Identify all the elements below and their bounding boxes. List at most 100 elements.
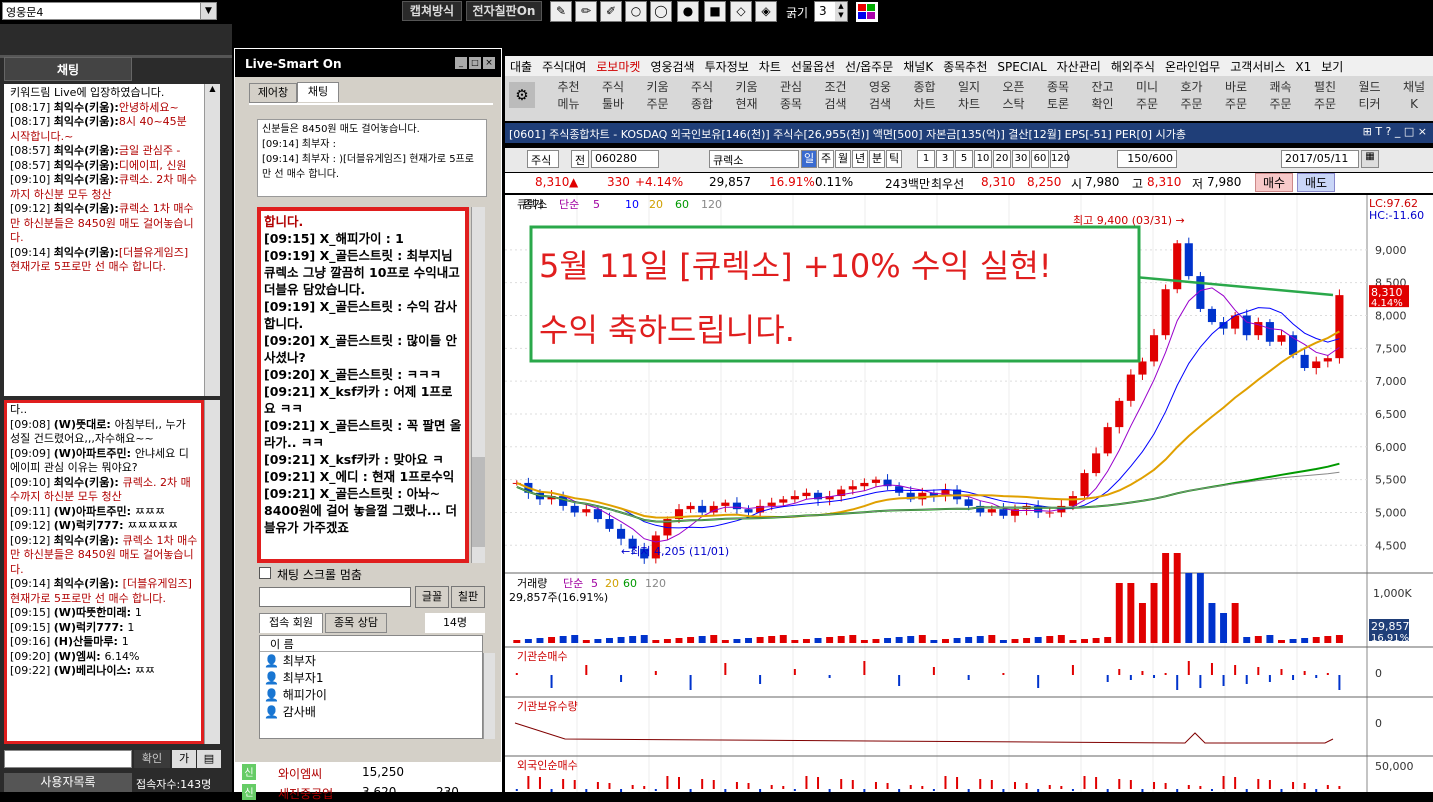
font-size-icon[interactable]: 가 xyxy=(172,750,196,768)
ellipse-icon[interactable]: ◯ xyxy=(650,1,672,22)
minute-step-button[interactable]: 5 xyxy=(955,150,973,168)
filled-circle-icon[interactable]: ● xyxy=(677,1,699,22)
quick-button[interactable]: 종목토론 xyxy=(1037,79,1080,118)
quick-button[interactable]: 일지차트 xyxy=(948,79,991,118)
menu-item[interactable]: 대출 xyxy=(505,56,537,77)
stock-chart-svg[interactable]: 9,0008,5008,0007,5007,0006,5006,0005,500… xyxy=(505,195,1433,792)
menu-item[interactable]: 종목추천 xyxy=(938,56,992,77)
board-toggle-button[interactable]: 전자칠판On xyxy=(466,1,542,21)
tab-chat[interactable]: 채팅 xyxy=(297,82,339,102)
menu-item[interactable]: 선물옵션 xyxy=(786,56,840,77)
quick-button[interactable]: 미니주문 xyxy=(1126,79,1169,118)
sell-button[interactable]: 매도 xyxy=(1297,173,1335,192)
quick-button[interactable]: 오픈스탁 xyxy=(992,79,1035,118)
tab-consult[interactable]: 종목 상담 xyxy=(325,613,387,633)
member-item[interactable]: 👤 최부자 xyxy=(260,652,482,669)
chat-scrollbar-top[interactable]: ▲ xyxy=(204,84,220,396)
period-button[interactable]: 틱 xyxy=(886,150,902,168)
circle-outline-icon[interactable]: ○ xyxy=(625,1,647,22)
prev-label[interactable]: 전 xyxy=(571,150,589,168)
settings-icon[interactable]: ▤ xyxy=(197,750,221,768)
pen-icon[interactable]: ✏ xyxy=(575,1,597,22)
eraser-icon[interactable]: ◇ xyxy=(730,1,752,22)
quick-button[interactable]: 관심종목 xyxy=(770,79,813,118)
quick-button[interactable]: 영웅검색 xyxy=(859,79,902,118)
period-button[interactable]: 일 xyxy=(801,150,817,168)
menu-item[interactable]: 채널K xyxy=(898,56,938,77)
confirm-button[interactable]: 확인 xyxy=(134,750,170,768)
minimize-icon[interactable]: _ xyxy=(455,57,467,69)
menu-item[interactable]: 로보마켓 xyxy=(591,56,645,77)
stock-row[interactable]: 신와이엠씨15,250 xyxy=(234,764,502,782)
scroll-up-icon[interactable]: ▲ xyxy=(205,84,220,98)
period-button[interactable]: 분 xyxy=(869,150,885,168)
quick-button[interactable]: 주식종합 xyxy=(681,79,724,118)
stock-chart-area[interactable]: 9,0008,5008,0007,5007,0006,5006,0005,500… xyxy=(505,195,1433,792)
thickness-spinner[interactable]: 3▲▼ xyxy=(814,1,848,22)
minute-step-button[interactable]: 120 xyxy=(1050,150,1068,168)
room-select[interactable]: 영웅문4 ▼ xyxy=(2,2,217,20)
gear-icon[interactable]: ⚙ xyxy=(509,82,535,108)
stock-row[interactable]: 신세진중공업3,620230 xyxy=(234,784,502,802)
menu-item[interactable]: 투자정보 xyxy=(700,56,754,77)
scroll-stop-checkbox[interactable] xyxy=(259,567,271,579)
period-button[interactable]: 주 xyxy=(818,150,834,168)
stock-code-input[interactable]: 060280 xyxy=(591,150,659,168)
menu-item[interactable]: 선/옵주문 xyxy=(840,56,898,77)
quick-button[interactable]: 조건검색 xyxy=(814,79,857,118)
member-item[interactable]: 👤 감사배 xyxy=(260,703,482,720)
menu-item[interactable]: SPECIAL xyxy=(992,58,1051,76)
quick-button[interactable]: 주식툴바 xyxy=(592,79,635,118)
menu-item[interactable]: 보기 xyxy=(1316,56,1348,77)
minute-step-button[interactable]: 60 xyxy=(1031,150,1049,168)
chat-scrollbar-bottom[interactable] xyxy=(204,400,220,744)
menu-item[interactable]: X1 xyxy=(1290,58,1316,76)
capture-button[interactable]: 캡쳐방식 xyxy=(402,1,462,21)
minute-step-button[interactable]: 30 xyxy=(1012,150,1030,168)
quick-button[interactable]: 펼친주문 xyxy=(1304,79,1347,118)
smart-chat-scrollbar[interactable] xyxy=(471,207,485,563)
pipette-icon[interactable]: ✎ xyxy=(550,1,572,22)
quick-button[interactable]: 쾌속주문 xyxy=(1259,79,1302,118)
menu-item[interactable]: 차트 xyxy=(754,56,786,77)
minute-step-button[interactable]: 20 xyxy=(993,150,1011,168)
user-list-button[interactable]: 사용자목록 xyxy=(4,773,132,792)
member-item[interactable]: 👤 최부자1 xyxy=(260,669,482,686)
member-scrollbar[interactable] xyxy=(483,653,495,739)
quick-button[interactable]: 키움현재 xyxy=(725,79,768,118)
board-button[interactable]: 칠판 xyxy=(451,586,485,608)
quick-button[interactable]: 바로주문 xyxy=(1215,79,1258,118)
buy-button[interactable]: 매수 xyxy=(1255,173,1293,192)
smart-chat-input[interactable] xyxy=(259,587,411,607)
color-palette-icon[interactable] xyxy=(856,2,878,22)
maximize-icon[interactable]: □ xyxy=(469,57,481,69)
tab-control[interactable]: 제어창 xyxy=(249,83,297,103)
font-button[interactable]: 글꼴 xyxy=(415,586,449,608)
quick-button[interactable]: 잔고확인 xyxy=(1081,79,1124,118)
chevron-down-icon[interactable]: ▼ xyxy=(200,3,216,19)
menu-item[interactable]: 주식대여 xyxy=(537,56,591,77)
minute-step-button[interactable]: 3 xyxy=(936,150,954,168)
quick-button[interactable]: 채널K xyxy=(1393,79,1433,118)
chat-input[interactable] xyxy=(4,750,132,768)
close-icon[interactable]: × xyxy=(483,57,495,69)
menu-item[interactable]: 고객서비스 xyxy=(1225,56,1290,77)
quick-button[interactable]: 키움주문 xyxy=(636,79,679,118)
chat-header-tab[interactable]: 채팅 xyxy=(4,57,132,81)
stock-name-field[interactable]: 큐렉소 xyxy=(709,150,799,168)
menu-item[interactable]: 온라인업무 xyxy=(1160,56,1225,77)
period-button[interactable]: 년 xyxy=(852,150,868,168)
marker-icon[interactable]: ✐ xyxy=(600,1,622,22)
period-button[interactable]: 월 xyxy=(835,150,851,168)
tab-members[interactable]: 접속 회원 xyxy=(259,613,323,633)
window-controls-icon[interactable]: ⊞ T ? _ □ × xyxy=(1363,125,1427,138)
menu-item[interactable]: 영웅검색 xyxy=(645,56,699,77)
minute-step-button[interactable]: 1 xyxy=(917,150,935,168)
member-item[interactable]: 👤 해피가이 xyxy=(260,686,482,703)
quick-button[interactable]: 추천메뉴 xyxy=(547,79,590,118)
quick-button[interactable]: 월드티커 xyxy=(1348,79,1391,118)
clear-icon[interactable]: ◈ xyxy=(755,1,777,22)
menu-item[interactable]: 자산관리 xyxy=(1052,56,1106,77)
date-field[interactable]: 2017/05/11 xyxy=(1281,150,1359,168)
quick-button[interactable]: 호가주문 xyxy=(1170,79,1213,118)
